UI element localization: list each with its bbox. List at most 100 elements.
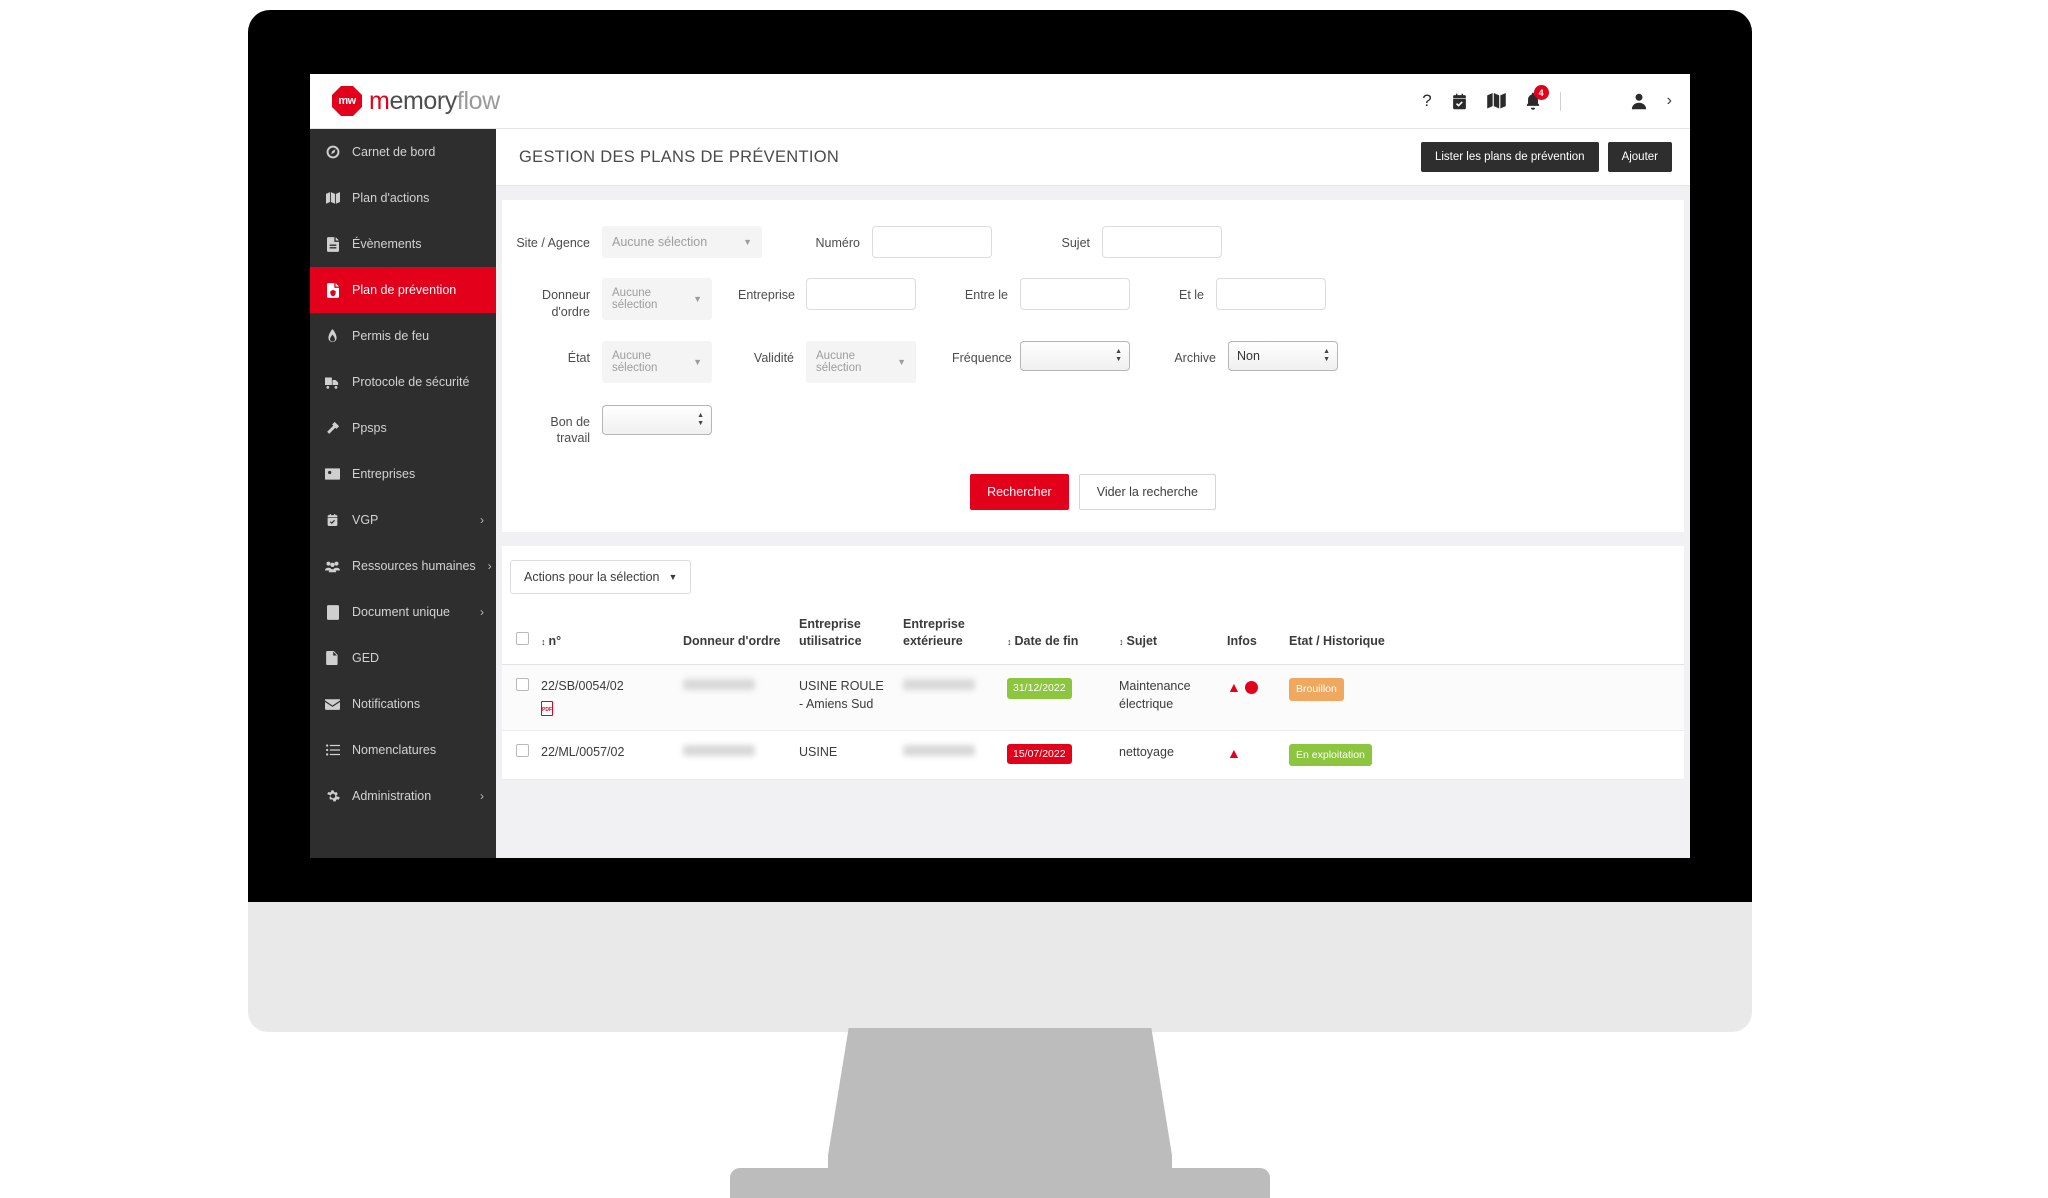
et-le-input[interactable] — [1216, 278, 1326, 310]
list-prevention-plans-button[interactable]: Lister les plans de prévention — [1420, 142, 1599, 172]
sujet-input[interactable] — [1102, 226, 1222, 258]
cell-donneur — [677, 730, 793, 781]
entreprise-input[interactable] — [806, 278, 916, 310]
user-icon[interactable] — [1630, 92, 1648, 110]
col-sujet[interactable]: ↕ Sujet — [1113, 608, 1221, 666]
clock-icon — [1244, 681, 1258, 694]
top-bar-actions: ? 4 › — [1422, 85, 1672, 111]
cell-sujet: nettoyage — [1113, 730, 1221, 781]
chevron-down-icon: ▼ — [693, 294, 702, 304]
filter-row-2: Donneur d'ordre Aucune sélection ▼ Entre… — [502, 264, 1684, 327]
chevron-down-icon: ▼ — [668, 572, 678, 583]
sidebar-item-label: Évènements — [352, 237, 422, 251]
col-etat-label: Etat / Historique — [1289, 634, 1385, 649]
sidebar-item-plan-dactions[interactable]: Plan d'actions — [310, 175, 496, 221]
chevron-right-icon: › — [480, 789, 484, 803]
page-header-actions: Lister les plans de prévention Ajouter — [1420, 142, 1672, 172]
search-filter-panel: Site / Agence Aucune sélection ▼ Numéro … — [502, 200, 1684, 533]
logo-word-memory: emory — [389, 86, 457, 115]
frequence-select[interactable]: ▲ ▼ — [1020, 340, 1130, 371]
sidebar-item-label: Nomenclatures — [352, 743, 437, 757]
sidebar-item-evenements[interactable]: Évènements — [310, 221, 496, 267]
sidebar-item-ppsps[interactable]: Ppsps — [310, 405, 496, 451]
sidebar-item-plan-de-prevention[interactable]: Plan de prévention — [310, 267, 496, 313]
calendar-check-glyph — [1452, 93, 1466, 109]
help-icon[interactable]: ? — [1422, 91, 1431, 111]
sidebar-item-notifications[interactable]: Notifications — [310, 681, 496, 727]
sidebar-item-ged[interactable]: GED — [310, 635, 496, 681]
user-menu-chevron-right-icon[interactable]: › — [1667, 92, 1672, 110]
add-button[interactable]: Ajouter — [1607, 142, 1672, 172]
sidebar-item-protocole-de-securite[interactable]: Protocole de sécurité — [310, 359, 496, 405]
map-icon[interactable] — [1486, 92, 1506, 110]
pdf-icon[interactable]: PDF — [541, 700, 553, 716]
filter-label-frequence: Fréquence — [952, 350, 1012, 365]
row-checkbox[interactable] — [516, 743, 529, 757]
chevron-down-icon: ▼ — [897, 356, 906, 367]
sidebar-item-nomenclatures[interactable]: Nomenclatures — [310, 727, 496, 773]
donneur-ordre-select[interactable]: Aucune sélection ▼ — [602, 278, 712, 320]
table-row[interactable]: 22/SB/0054/02 PDF USINE ROULE - Amiens S… — [502, 664, 1684, 731]
etat-select[interactable]: Aucune sélection ▼ — [602, 340, 712, 383]
bell-icon[interactable]: 4 — [1525, 85, 1549, 110]
filter-label-site: Site / Agence — [516, 236, 590, 250]
user-glyph — [1631, 93, 1646, 110]
logo-accent-letter: m — [369, 86, 390, 115]
col-entreprise-utilisatrice: Entreprise utilisatrice — [793, 608, 897, 666]
filter-entre-le: Entre le — [952, 278, 1130, 310]
search-button[interactable]: Rechercher — [970, 474, 1069, 511]
select-all-checkbox[interactable] — [516, 632, 529, 646]
filter-label-entre-le: Entre le — [964, 288, 1008, 302]
filter-label-sujet: Sujet — [1061, 236, 1091, 250]
cell-entreprise-exterieure — [897, 664, 1001, 731]
table-row[interactable]: 22/ML/0057/02 USINE 15/07/2022 nettoyage… — [502, 730, 1684, 781]
sidebar-item-vgp[interactable]: VGP › — [310, 497, 496, 543]
validite-select[interactable]: Aucune sélection ▼ — [806, 340, 916, 383]
col-date-fin[interactable]: ↕ Date de fin — [1001, 608, 1113, 666]
sidebar-item-entreprises[interactable]: Entreprises — [310, 451, 496, 497]
sidebar-item-document-unique[interactable]: Document unique › — [310, 589, 496, 635]
archive-select[interactable]: Non ▲ ▼ — [1228, 340, 1338, 371]
sidebar-item-label: Plan de prévention — [352, 283, 457, 297]
filter-numero: Numéro — [794, 226, 992, 258]
bon-de-travail-select[interactable]: ▲ ▼ — [602, 404, 712, 435]
id-card-icon — [325, 468, 340, 480]
sidebar-item-administration[interactable]: Administration › — [310, 773, 496, 819]
filter-donneur-ordre: Donneur d'ordre Aucune sélection ▼ — [516, 278, 712, 321]
cell-numero: 22/ML/0057/02 — [535, 730, 677, 781]
gear-icon — [325, 789, 340, 803]
chevron-right-icon: › — [480, 605, 484, 619]
sort-icon: ↕ — [1119, 637, 1124, 648]
sidebar-item-label: Permis de feu — [352, 329, 430, 343]
numero-input[interactable] — [872, 226, 992, 258]
filter-label-entreprise: Entreprise — [738, 288, 795, 302]
col-numero[interactable]: ↕ n° — [535, 608, 677, 666]
status-badge: En exploitation — [1289, 743, 1372, 767]
filter-validite: Validité Aucune sélection ▼ — [738, 340, 916, 383]
envelope-icon — [325, 698, 340, 710]
col-donneur-ordre: Donneur d'ordre — [677, 608, 793, 666]
sidebar-item-ressources-humaines[interactable]: Ressources humaines › — [310, 543, 496, 589]
monitor-bezel: mw memoryflow ? 4 › Carnet de bord Plan … — [248, 10, 1752, 910]
app-logo[interactable]: mw memoryflow — [332, 86, 500, 116]
col-sujet-label: Sujet — [1126, 634, 1158, 649]
site-agence-select[interactable]: Aucune sélection ▼ — [602, 226, 762, 258]
clear-search-button[interactable]: Vider la recherche — [1078, 474, 1216, 511]
site-agence-value: Aucune sélection — [612, 235, 708, 249]
row-checkbox[interactable] — [516, 678, 529, 691]
filter-sujet: Sujet — [1046, 226, 1222, 258]
redacted-value — [903, 679, 975, 690]
row-numero: 22/ML/0057/02 — [541, 744, 625, 759]
row-numero: 22/SB/0054/02 — [541, 679, 624, 693]
donneur-ordre-value: Aucune sélection — [612, 287, 658, 311]
calendar-check-icon[interactable] — [1451, 93, 1468, 110]
redacted-value — [903, 744, 975, 756]
bulk-actions-dropdown[interactable]: Actions pour la sélection ▼ — [510, 560, 692, 595]
validite-value: Aucune sélection — [816, 349, 862, 374]
sidebar-item-permis-de-feu[interactable]: Permis de feu — [310, 313, 496, 359]
sidebar-item-carnet-de-bord[interactable]: Carnet de bord — [310, 129, 496, 175]
date-badge: 15/07/2022 — [1007, 743, 1072, 765]
cell-donneur — [677, 664, 793, 731]
chevron-down-icon: ▼ — [743, 237, 752, 247]
entre-le-input[interactable] — [1020, 278, 1130, 310]
